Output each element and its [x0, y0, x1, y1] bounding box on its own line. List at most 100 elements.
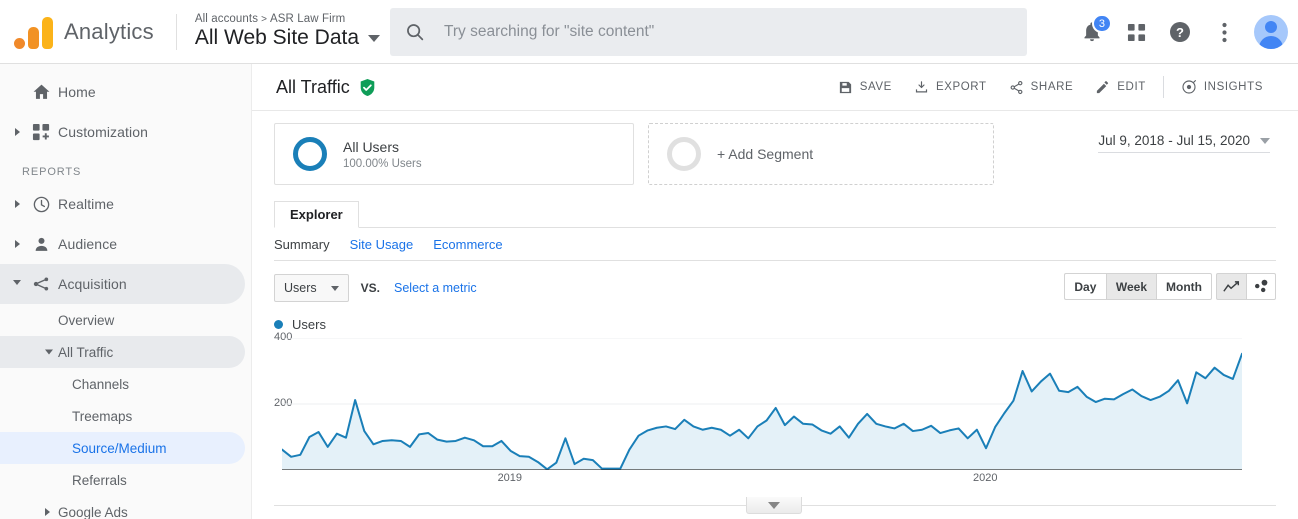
sidebar-section-reports: REPORTS: [22, 166, 82, 178]
customization-icon: [24, 123, 58, 142]
sidebar-item-audience[interactable]: Audience: [0, 224, 251, 264]
granularity-week[interactable]: Week: [1105, 273, 1157, 300]
add-segment-button[interactable]: + Add Segment: [648, 123, 994, 185]
sidebar-item-google-ads[interactable]: Google Ads: [0, 496, 251, 519]
add-segment-label: + Add Segment: [717, 146, 814, 162]
top-bar-icons: 3 ?: [1070, 0, 1288, 64]
clock-icon: [24, 195, 58, 214]
edit-button[interactable]: EDIT: [1084, 72, 1157, 102]
share-nodes-icon: [1010, 80, 1023, 94]
sidebar-item-source-medium[interactable]: Source/Medium: [0, 432, 245, 464]
chart-type-toggle: [1216, 273, 1276, 300]
sidebar-label-referrals: Referrals: [72, 472, 127, 488]
account-selector[interactable]: All accounts > ASR Law Firm All Web Site D…: [195, 13, 381, 50]
sidebar-label-acquisition: Acquisition: [58, 276, 127, 292]
search-icon: [407, 24, 424, 41]
apps-button[interactable]: [1114, 10, 1158, 54]
sidebar-label-source-medium: Source/Medium: [72, 440, 167, 456]
save-button[interactable]: SAVE: [827, 72, 903, 102]
primary-metric-value: Users: [284, 281, 317, 295]
expand-arrow-icon[interactable]: [10, 200, 24, 208]
subtab-ecommerce[interactable]: Ecommerce: [433, 237, 502, 252]
insights-label: INSIGHTS: [1203, 81, 1263, 93]
bubble-chart-icon-button[interactable]: [1246, 273, 1276, 300]
breadcrumb-root[interactable]: All accounts: [195, 13, 258, 25]
sidebar-label-treemaps: Treemaps: [72, 408, 133, 424]
export-button[interactable]: EXPORT: [903, 72, 998, 102]
granularity-toggle: Day Week Month: [1063, 273, 1212, 300]
chevron-down-icon: [768, 501, 780, 509]
analytics-app: Analytics All accounts > ASR Law Firm All …: [0, 0, 1298, 519]
line-chart-icon-button[interactable]: [1216, 273, 1246, 300]
chevron-down-icon: [1260, 137, 1270, 144]
green-shield-check-icon: [359, 78, 376, 97]
sidebar-item-overview[interactable]: Overview: [0, 304, 251, 336]
main-content: All Traffic SAVE EXPORT SHARE EDIT INSIG…: [252, 64, 1298, 519]
save-disk-icon: [839, 81, 851, 93]
segment-ring-icon: [293, 137, 327, 171]
chart-footer: [252, 497, 1298, 519]
chevron-down-icon: [330, 285, 339, 291]
subtab-summary[interactable]: Summary: [274, 237, 330, 252]
select-metric-link[interactable]: Select a metric: [394, 281, 477, 295]
tab-underline: [274, 227, 1276, 228]
svg-text:?: ?: [1176, 25, 1184, 40]
breadcrumb-account[interactable]: ASR Law Firm: [270, 13, 345, 25]
sidebar-item-acquisition[interactable]: Acquisition: [0, 264, 245, 304]
subtab-site-usage[interactable]: Site Usage: [350, 237, 414, 252]
collapse-chart-handle[interactable]: [746, 497, 802, 514]
chart-legend: Users: [274, 317, 1298, 332]
date-range-picker[interactable]: Jul 9, 2018 - Jul 15, 2020: [1098, 133, 1270, 153]
tab-explorer[interactable]: Explorer: [274, 201, 359, 228]
sidebar-item-treemaps[interactable]: Treemaps: [0, 400, 251, 432]
analytics-logo-icon[interactable]: [0, 15, 60, 49]
granularity-day[interactable]: Day: [1063, 273, 1106, 300]
date-range-value: Jul 9, 2018 - Jul 15, 2020: [1098, 133, 1250, 148]
acquisition-icon: [24, 274, 58, 294]
sidebar-item-customization[interactable]: Customization: [0, 112, 251, 152]
insights-button[interactable]: INSIGHTS: [1170, 72, 1274, 102]
search-input[interactable]: [444, 23, 1013, 41]
search-bar[interactable]: [390, 8, 1027, 56]
sidebar-label-overview: Overview: [58, 312, 115, 328]
x-axis-tick-2020: 2020: [973, 472, 998, 484]
breadcrumb-separator: >: [261, 14, 268, 25]
sidebar-item-all-traffic[interactable]: All Traffic: [0, 336, 245, 368]
notifications-button[interactable]: 3: [1070, 10, 1114, 54]
more-options-button[interactable]: [1202, 10, 1246, 54]
collapse-arrow-icon[interactable]: [45, 349, 53, 355]
page-header: All Traffic SAVE EXPORT SHARE EDIT INSIG…: [252, 64, 1298, 110]
home-icon: [24, 83, 58, 102]
sidebar-item-referrals[interactable]: Referrals: [0, 464, 251, 496]
logo-bar-small: [27, 26, 39, 49]
tab-strip: Explorer: [274, 201, 1276, 228]
expand-arrow-icon[interactable]: [10, 128, 24, 136]
sidebar-label-home: Home: [58, 84, 96, 100]
users-timeseries-chart[interactable]: 400 200 2019 2020: [274, 331, 1276, 486]
expand-arrow-icon[interactable]: [10, 240, 24, 248]
logo-bar-tall: [41, 16, 53, 49]
granularity-month[interactable]: Month: [1156, 273, 1212, 300]
user-avatar-icon[interactable]: [1254, 15, 1288, 49]
sidebar-item-channels[interactable]: Channels: [0, 368, 251, 400]
collapse-arrow-icon[interactable]: [10, 279, 24, 289]
property-selector[interactable]: All Web Site Data: [195, 26, 381, 50]
share-button[interactable]: SHARE: [998, 72, 1085, 102]
edit-label: EDIT: [1117, 81, 1146, 93]
segment-all-users[interactable]: All Users 100.00% Users: [274, 123, 634, 185]
sidebar: Home Customization REPORTS Realtime Audi…: [0, 64, 252, 519]
sidebar-item-realtime[interactable]: Realtime: [0, 184, 251, 224]
expand-arrow-icon[interactable]: [45, 508, 50, 516]
line-chart-icon: [1223, 280, 1240, 292]
top-bar: Analytics All accounts > ASR Law Firm All …: [0, 0, 1298, 64]
primary-metric-select[interactable]: Users: [274, 274, 349, 302]
sidebar-item-home[interactable]: Home: [0, 72, 251, 112]
empty-ring-icon: [667, 137, 701, 171]
help-circle-icon: ?: [1170, 22, 1190, 42]
more-vert-icon: [1221, 22, 1227, 42]
chevron-down-icon: [368, 34, 381, 42]
sidebar-label-all-traffic: All Traffic: [58, 344, 114, 360]
grid-apps-icon: [1127, 23, 1145, 41]
report-toolbar: SAVE EXPORT SHARE EDIT INSIGHTS: [827, 72, 1274, 102]
help-button[interactable]: ?: [1158, 10, 1202, 54]
